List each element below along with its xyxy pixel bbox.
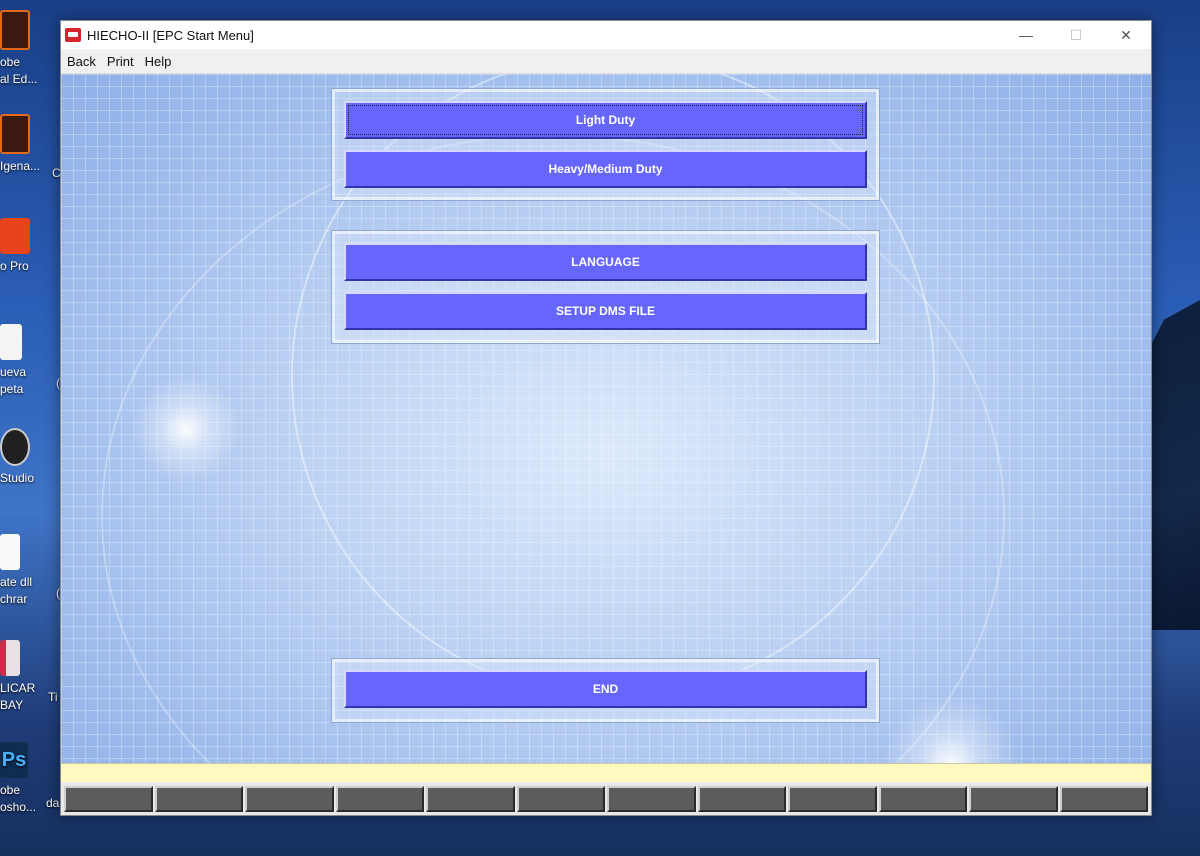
language-button[interactable]: LANGUAGE — [344, 243, 867, 281]
acrobat-book-icon — [0, 114, 30, 154]
settings-group: LANGUAGE SETUP DMS FILE — [331, 230, 880, 344]
desktop-icon-new-folder[interactable]: ueva peta — [0, 324, 58, 398]
function-key-button[interactable] — [697, 786, 786, 812]
app-window: HIECHO-II [EPC Start Menu] — ☐ ✕ Back Pr… — [60, 20, 1152, 816]
menu-help[interactable]: Help — [140, 54, 177, 69]
desktop-icon-label: Studio — [0, 471, 35, 485]
desktop-icon-label: ueva peta — [0, 365, 27, 396]
function-key-button[interactable] — [878, 786, 967, 812]
maximize-button[interactable]: ☐ — [1051, 21, 1101, 49]
desktop-icon-generic-acrobat[interactable]: Igena... — [0, 114, 58, 175]
file-icon — [0, 534, 20, 570]
app-logo-icon — [65, 28, 81, 42]
function-key-button[interactable] — [788, 786, 877, 812]
function-key-button[interactable] — [607, 786, 696, 812]
status-bar — [61, 763, 1151, 782]
function-key-button[interactable] — [154, 786, 243, 812]
desktop-icon-dll-file[interactable]: ate dll chrar — [0, 534, 58, 608]
light-flare — [131, 374, 241, 484]
function-key-button[interactable] — [426, 786, 515, 812]
end-button[interactable]: END — [344, 670, 867, 708]
end-group: END — [331, 658, 880, 723]
function-key-button[interactable] — [245, 786, 334, 812]
menu-bar: Back Print Help — [61, 49, 1151, 74]
desktop-icon-label: obe al Ed... — [0, 55, 38, 86]
acrobat-pro-icon — [0, 218, 30, 254]
minimize-button[interactable]: — — [1001, 21, 1051, 49]
desktop-icon-label: o Pro — [0, 259, 29, 273]
title-bar[interactable]: HIECHO-II [EPC Start Menu] — ☐ ✕ — [61, 21, 1151, 49]
heavy-medium-duty-button[interactable]: Heavy/Medium Duty — [344, 150, 867, 188]
function-key-bar — [61, 783, 1151, 815]
desktop-icon-acrobat-pro[interactable]: o Pro — [0, 218, 58, 275]
photoshop-icon: Ps — [0, 742, 28, 778]
folder-icon — [0, 324, 22, 360]
menu-print[interactable]: Print — [102, 54, 139, 69]
window-controls: — ☐ ✕ — [1001, 21, 1151, 49]
function-key-button[interactable] — [516, 786, 605, 812]
start-menu-canvas: Light Duty Heavy/Medium Duty LANGUAGE SE… — [61, 74, 1151, 763]
desktop-label-fragment: Ti — [48, 690, 58, 704]
function-key-button[interactable] — [335, 786, 424, 812]
acrobat-book-icon — [0, 10, 30, 50]
duty-group: Light Duty Heavy/Medium Duty — [331, 88, 880, 201]
desktop-label-fragment: da — [46, 796, 60, 810]
obs-studio-icon — [0, 428, 30, 466]
setup-dms-file-button[interactable]: SETUP DMS FILE — [344, 292, 867, 330]
function-key-button[interactable] — [969, 786, 1058, 812]
desktop-icon-label: Igena... — [0, 159, 41, 173]
function-key-button[interactable] — [1059, 786, 1148, 812]
archive-icon — [0, 640, 20, 676]
function-key-button[interactable] — [64, 786, 153, 812]
desktop-icon-label: ate dll chrar — [0, 575, 33, 606]
window-title: HIECHO-II [EPC Start Menu] — [87, 27, 254, 43]
close-button[interactable]: ✕ — [1101, 21, 1151, 49]
light-duty-button[interactable]: Light Duty — [344, 101, 867, 139]
desktop-icon-obs-studio[interactable]: Studio — [0, 428, 58, 487]
menu-back[interactable]: Back — [62, 54, 101, 69]
desktop-icon-adobe-digital-editions[interactable]: obe al Ed... — [0, 10, 58, 88]
